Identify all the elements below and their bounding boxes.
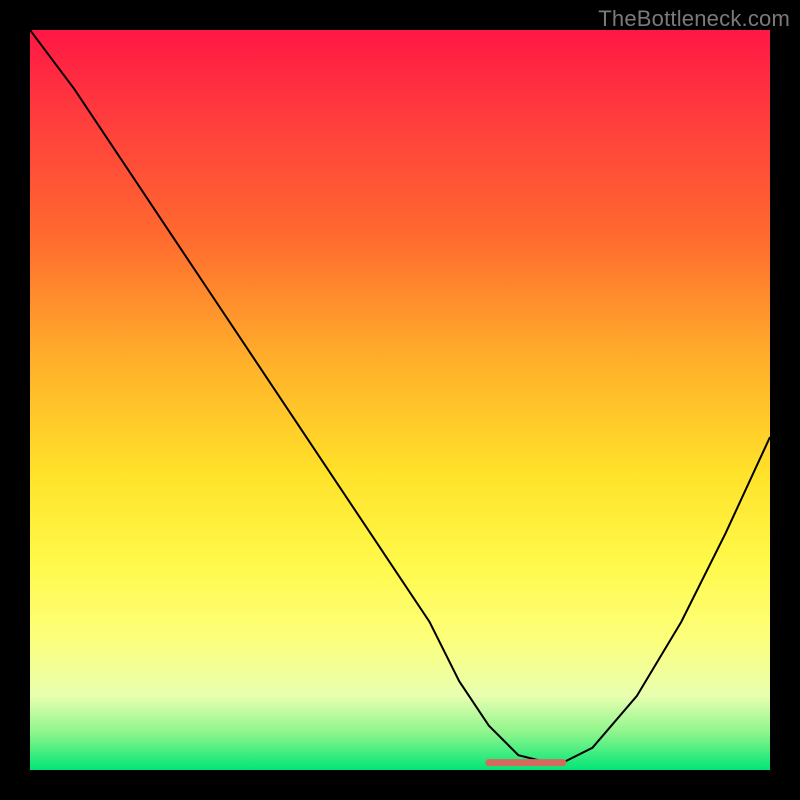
chart-frame: TheBottleneck.com — [0, 0, 800, 800]
watermark-text: TheBottleneck.com — [598, 6, 790, 32]
bottleneck-curve — [30, 30, 770, 763]
curve-layer — [30, 30, 770, 770]
